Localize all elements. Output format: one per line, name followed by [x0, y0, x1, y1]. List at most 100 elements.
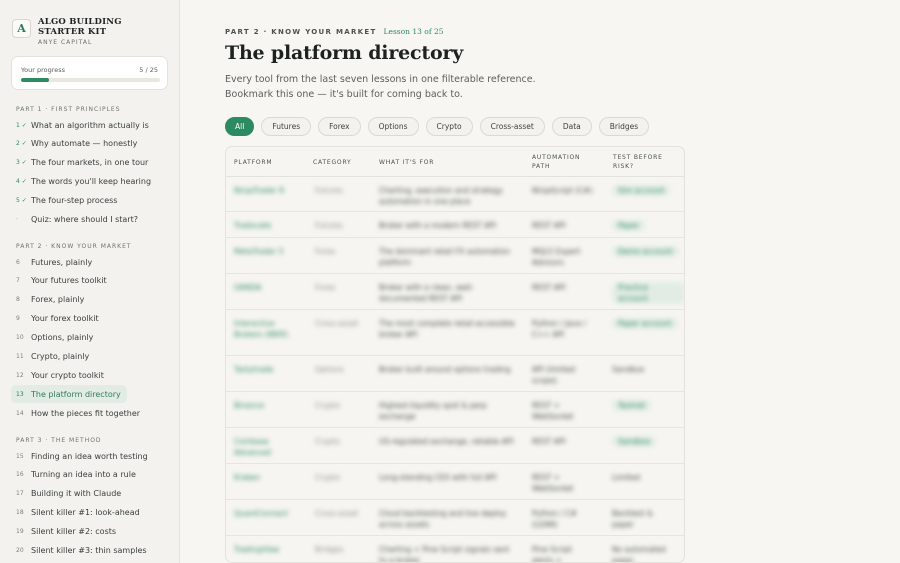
automation-cell: REST + WebSocket	[532, 401, 574, 421]
sidebar-lesson-item[interactable]: 19 Silent killer #2: costs	[11, 523, 116, 541]
header-platform[interactable]: PLATFORM	[234, 158, 272, 167]
lesson-number: 18	[16, 509, 24, 517]
lesson-number: 16	[16, 471, 24, 479]
automation-cell: REST + WebSocket	[532, 473, 574, 493]
filter-chip[interactable]: Forex	[318, 117, 361, 136]
table-row[interactable]: Tastytrade Options Broker built around opt…	[226, 356, 684, 392]
lesson-label: Finding an idea worth testing	[31, 451, 148, 461]
sidebar-lesson-item[interactable]: 5 ✓ The four-step process	[11, 192, 117, 210]
table-row[interactable]: QuantConnect Cross-asset Cloud backtesting…	[226, 500, 684, 536]
test-cell: Sim account	[612, 185, 671, 196]
description-cell: Charting + Pine Script signals sent to a…	[379, 545, 510, 563]
sidebar-lesson-item[interactable]: 18 Silent killer #1: look-ahead	[11, 504, 140, 522]
sidebar-lesson-item[interactable]: 7 Your futures toolkit	[11, 272, 107, 290]
table-row[interactable]: Coinbase Advanced Crypto US-regulated exch…	[226, 428, 684, 464]
test-cell: Demo account	[612, 246, 679, 257]
sidebar-lesson-item[interactable]: 9 Your forex toolkit	[11, 310, 99, 328]
table-row[interactable]: OANDA Forex Broker with a clean, well-docu…	[226, 274, 684, 310]
progress-count: 5 / 25	[139, 66, 158, 74]
test-cell: Backtest & paper	[612, 509, 653, 529]
platform-cell[interactable]: OANDA	[234, 282, 294, 293]
sidebar-lesson-item[interactable]: 4 ✓ The words you'll keep hearing	[11, 173, 151, 191]
sidebar-lesson-item[interactable]: 15 Finding an idea worth testing	[11, 447, 148, 465]
table-row[interactable]: Interactive Brokers (IBKR) Cross-asset The…	[226, 310, 684, 356]
category-cell: Forex	[315, 247, 336, 256]
description-cell: Charting, execution and strategy automat…	[379, 186, 503, 206]
sidebar-lesson-item[interactable]: 11 Crypto, plainly	[11, 348, 89, 366]
header-test[interactable]: TEST BEFORE RISK?	[613, 153, 663, 171]
description-cell: The dominant retail FX automation platfo…	[379, 247, 511, 267]
platform-cell[interactable]: NinjaTrader 8	[234, 185, 294, 196]
lesson-label: Silent killer #2: costs	[31, 527, 117, 537]
platform-cell[interactable]: MetaTrader 5	[234, 246, 294, 257]
breadcrumb: PART 2 · KNOW YOUR MARKET Lesson 13 of 2…	[225, 27, 444, 36]
table-row[interactable]: Kraken Crypto Long-standing CEX with full …	[226, 464, 684, 500]
sidebar-lesson-item[interactable]: · Quiz: where should I start?	[11, 211, 138, 229]
category-cell: Forex	[315, 283, 336, 292]
test-cell: Sandbox	[612, 365, 645, 374]
table-row[interactable]: TradingView Bridges Charting + Pine Script…	[226, 536, 684, 563]
filter-chip[interactable]: Futures	[261, 117, 312, 136]
sidebar-lesson-item[interactable]: 1 ✓ What an algorithm actually is	[11, 116, 149, 134]
filter-chips: All Futures Forex Options Crypto Cross-asset D…	[225, 117, 656, 136]
table-row[interactable]: MetaTrader 5 Forex The dominant retail FX …	[226, 238, 684, 274]
header-category[interactable]: CATEGORY	[313, 158, 352, 167]
sidebar-lesson-item[interactable]: 3 ✓ The four markets, in one tour	[11, 154, 148, 172]
sidebar-lesson-item[interactable]: 10 Options, plainly	[11, 329, 93, 347]
filter-chip[interactable]: All	[225, 117, 255, 136]
header-test-l1: TEST BEFORE	[613, 154, 663, 161]
sidebar-lesson-item[interactable]: 20 Silent killer #3: thin samples	[11, 542, 147, 560]
category-cell: Bridges	[315, 545, 344, 554]
sidebar-lesson-item[interactable]: 13 The platform directory	[11, 385, 127, 404]
sidebar-lesson-item[interactable]: 8 Forex, plainly	[11, 291, 84, 309]
sidebar-lesson-item[interactable]: 6 Futures, plainly	[11, 253, 92, 271]
sidebar-lesson-item[interactable]: 14 How the pieces fit together	[11, 404, 140, 422]
automation-cell: Python / Java / C++ API	[532, 319, 587, 339]
main-content: PART 2 · KNOW YOUR MARKET Lesson 13 of 2…	[181, 0, 900, 563]
platform-cell[interactable]: Kraken	[234, 472, 294, 483]
lesson-label: What an algorithm actually is	[31, 120, 149, 130]
header-automation[interactable]: AUTOMATION PATH	[532, 153, 580, 171]
lesson-number: 10	[16, 334, 24, 342]
category-cell: Crypto	[315, 473, 341, 482]
brand[interactable]: A ALGO BUILDING STARTER KIT ANYE CAPITAL	[12, 17, 128, 46]
sidebar-lesson-item[interactable]: 16 Turning an idea into a rule	[11, 466, 136, 484]
category-cell: Options	[315, 365, 344, 374]
platform-cell[interactable]: Interactive Brokers (IBKR)	[234, 318, 294, 340]
category-cell: Crypto	[315, 401, 341, 410]
lesson-number: 8	[16, 296, 20, 304]
description-cell: Broker built around options trading	[379, 365, 511, 374]
platform-cell[interactable]: Tastytrade	[234, 364, 294, 375]
platform-cell[interactable]: QuantConnect	[234, 508, 294, 519]
lesson-number: 3 ✓	[16, 159, 27, 167]
table-row[interactable]: NinjaTrader 8 Futures Charting, execution …	[226, 177, 684, 212]
table-row[interactable]: Binance Crypto Highest-liquidity spot & pe…	[226, 392, 684, 428]
lesson-label: Building it with Claude	[31, 489, 122, 499]
category-cell: Crypto	[315, 437, 341, 446]
lesson-number: 14	[16, 409, 24, 417]
platform-cell[interactable]: Coinbase Advanced	[234, 436, 294, 458]
filter-chip[interactable]: Options	[367, 117, 419, 136]
test-cell: Paper account	[612, 318, 678, 329]
filter-chip[interactable]: Crypto	[425, 117, 473, 136]
intro-line-2: Bookmark this one — it's built for comin…	[225, 89, 463, 100]
lesson-number: 6	[16, 258, 20, 266]
description-cell: Cloud backtesting and live deploy across…	[379, 509, 507, 529]
platform-cell[interactable]: Tradovate	[234, 220, 294, 231]
sidebar-lesson-item[interactable]: 17 Building it with Claude	[11, 485, 121, 503]
sidebar-lesson-item[interactable]: 12 Your crypto toolkit	[11, 366, 104, 384]
test-cell: Practice account	[612, 282, 684, 304]
sidebar-lesson-item[interactable]: 2 ✓ Why automate — honestly	[11, 135, 137, 153]
platform-cell[interactable]: Binance	[234, 400, 294, 411]
filter-chip[interactable]: Bridges	[598, 117, 650, 136]
lesson-label: Silent killer #3: thin samples	[31, 546, 147, 555]
filter-chip[interactable]: Cross-asset	[479, 117, 545, 136]
lesson-number: 7	[16, 277, 20, 285]
platform-cell[interactable]: TradingView	[234, 544, 294, 555]
filter-chip[interactable]: Data	[551, 117, 592, 136]
lesson-label: Turning an idea into a rule	[31, 470, 136, 480]
part-heading: PART 2 · KNOW YOUR MARKET	[16, 243, 132, 250]
header-what[interactable]: WHAT IT'S FOR	[379, 158, 434, 167]
brand-subtitle: ANYE CAPITAL	[38, 39, 93, 46]
table-row[interactable]: Tradovate Futures Broker with a modern RES…	[226, 212, 684, 238]
